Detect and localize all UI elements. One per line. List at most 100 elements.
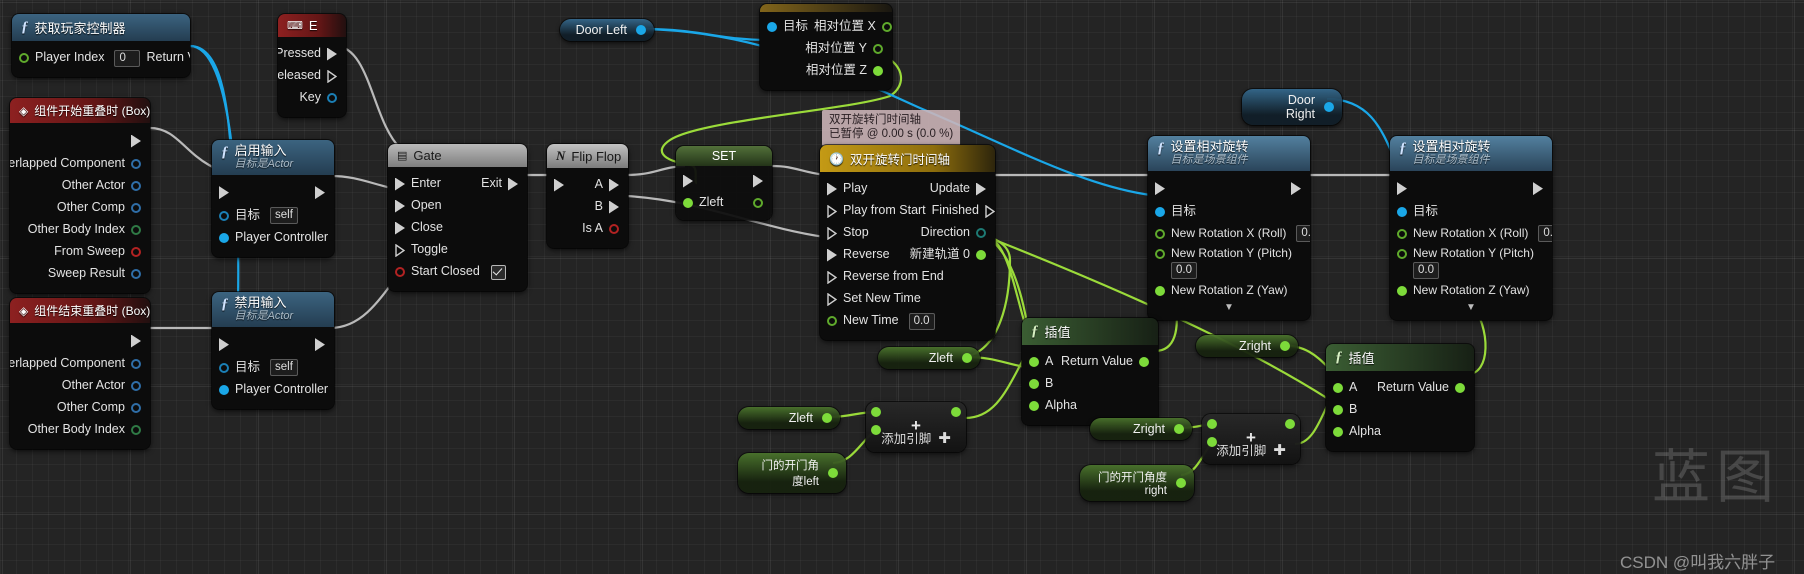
pin-player-controller[interactable] (219, 384, 229, 395)
pin-a[interactable] (1333, 383, 1343, 393)
target-value[interactable]: self (270, 207, 298, 225)
pin-alpha[interactable] (1333, 427, 1343, 437)
node-get-player-controller[interactable]: ƒ 获取玩家控制器 Player Index 0 Return Value (12, 14, 190, 77)
pin-new-rotation-x[interactable] (1397, 228, 1407, 239)
pin-player-index[interactable] (19, 53, 29, 63)
var-zleft-bottom[interactable]: Zleft (738, 407, 840, 429)
pin-new-track-0[interactable] (976, 250, 986, 260)
pin-enter[interactable] (395, 178, 405, 191)
node-timeline[interactable]: 🕐 双开旋转门时间轴 Play Update Play from Start F… (820, 145, 995, 340)
node-set-zleft[interactable]: SET Zleft (676, 146, 772, 220)
var-zright-bottom[interactable]: Zright (1090, 418, 1192, 440)
start-closed-checkbox[interactable] (490, 264, 506, 280)
pin-exec-out[interactable] (131, 135, 141, 148)
pin-add-a[interactable] (871, 407, 881, 417)
pin-a[interactable] (609, 179, 619, 192)
pin-target[interactable] (1155, 206, 1165, 217)
player-index-input[interactable]: 0 (114, 49, 141, 67)
pin-return-value[interactable] (1139, 357, 1149, 367)
pin-exec-in[interactable] (1397, 182, 1407, 195)
pin-b[interactable] (1333, 405, 1343, 415)
pin-exec-in[interactable] (683, 175, 693, 188)
pin-play-from-start[interactable] (827, 204, 837, 218)
pin-exec-out[interactable] (753, 175, 763, 188)
pin-out[interactable] (636, 25, 646, 35)
pin-exit[interactable] (508, 178, 518, 191)
pin-return-value[interactable] (1455, 383, 1465, 393)
pin-other-comp[interactable] (131, 403, 141, 413)
rotation-y-input[interactable]: 0.0 (1413, 261, 1439, 279)
pin-relative-location-z[interactable] (873, 66, 883, 76)
var-angle-right[interactable]: 门的开门角度right (1080, 465, 1194, 501)
pin-new-rotation-z[interactable] (1155, 285, 1165, 296)
pin-add-a[interactable] (1207, 419, 1217, 429)
pin-pressed[interactable] (327, 48, 337, 61)
pin-other-actor[interactable] (131, 381, 141, 391)
pin-overlapped-component[interactable] (131, 159, 141, 169)
pin-released[interactable] (327, 69, 337, 83)
pin-stop[interactable] (827, 226, 837, 240)
var-zright-mid[interactable]: Zright (1196, 335, 1298, 357)
node-lerp-left[interactable]: ƒ 插值 A Return Value B Alpha (1022, 318, 1158, 425)
pin-reverse-from-end[interactable] (827, 270, 837, 284)
expand-collapse-arrow-icon[interactable]: ▼ (1390, 302, 1552, 312)
node-end-overlap[interactable]: ◈ 组件结束重叠时 (Box) Overlapped Component Oth… (10, 298, 150, 449)
pin-from-sweep[interactable] (131, 247, 141, 257)
node-add-right[interactable]: + 添加引脚 ✚ (1202, 414, 1300, 464)
var-zleft-mid[interactable]: Zleft (878, 347, 980, 369)
pin-key[interactable] (327, 93, 337, 103)
pin-zleft-in[interactable] (683, 198, 693, 208)
pin-b[interactable] (1029, 379, 1039, 389)
pin-out[interactable] (1174, 424, 1184, 434)
pin-other-body-index[interactable] (131, 425, 141, 435)
pin-other-body-index[interactable] (131, 225, 141, 235)
pin-other-comp[interactable] (131, 203, 141, 213)
pin-exec-in[interactable] (219, 338, 229, 351)
pin-exec-out[interactable] (131, 335, 141, 348)
pin-start-closed[interactable] (395, 267, 405, 277)
pin-open[interactable] (395, 200, 405, 213)
pin-alpha[interactable] (1029, 401, 1039, 411)
pin-update[interactable] (976, 183, 986, 196)
node-flip-flop[interactable]: Ν Flip Flop A B Is A (547, 144, 628, 248)
add-pin-icon[interactable]: ✚ (1273, 441, 1286, 459)
rotation-x-input[interactable]: 0.0 (1538, 225, 1552, 243)
pin-add-result[interactable] (951, 407, 961, 417)
pin-out[interactable] (828, 468, 838, 478)
rotation-y-input[interactable]: 0.0 (1171, 261, 1197, 279)
pin-set-new-time[interactable] (827, 292, 837, 306)
pin-zleft-out[interactable] (753, 198, 763, 208)
blueprint-graph-canvas[interactable]: ƒ 获取玩家控制器 Player Index 0 Return Value ⌨ … (0, 0, 1804, 574)
add-pin-control[interactable]: 添加引脚 ✚ (866, 428, 966, 447)
pin-out[interactable] (822, 413, 832, 423)
pin-reverse[interactable] (827, 249, 837, 262)
node-set-relative-rotation-right[interactable]: ƒ 设置相对旋转 目标是场景组件 目标 New Rotation X (Roll… (1390, 136, 1552, 320)
pin-target[interactable] (219, 210, 229, 221)
pin-toggle[interactable] (395, 243, 405, 257)
expand-collapse-arrow-icon[interactable]: ▼ (1148, 302, 1310, 312)
pin-target[interactable] (767, 22, 777, 32)
node-input-key-e[interactable]: ⌨ E Pressed Released Key (278, 14, 346, 117)
pin-b[interactable] (609, 201, 619, 214)
pin-direction[interactable] (976, 228, 986, 238)
var-door-left[interactable]: Door Left (560, 19, 654, 41)
node-add-left[interactable]: + 添加引脚 ✚ (866, 402, 966, 452)
node-enable-input[interactable]: ƒ 启用输入 目标是Actor 目标 self Player Controlle… (212, 140, 334, 257)
pin-close[interactable] (395, 222, 405, 235)
pin-sweep-result[interactable] (131, 269, 141, 279)
pin-play[interactable] (827, 183, 837, 196)
node-relative-location[interactable]: 目标 相对位置 X 相对位置 Y 相对位置 Z (760, 4, 892, 90)
pin-target[interactable] (1397, 206, 1407, 217)
pin-finished[interactable] (985, 204, 995, 218)
pin-out[interactable] (1324, 102, 1334, 112)
pin-add-result[interactable] (1285, 419, 1295, 429)
pin-exec-out[interactable] (315, 186, 325, 199)
pin-new-rotation-x[interactable] (1155, 228, 1165, 239)
pin-exec-in[interactable] (219, 186, 229, 199)
pin-relative-location-x[interactable] (881, 22, 892, 32)
pin-new-time[interactable] (827, 316, 837, 326)
pin-relative-location-y[interactable] (873, 44, 883, 54)
pin-is-a[interactable] (609, 224, 619, 234)
node-disable-input[interactable]: ƒ 禁用输入 目标是Actor 目标 self Player Controlle… (212, 292, 334, 409)
pin-other-actor[interactable] (131, 181, 141, 191)
